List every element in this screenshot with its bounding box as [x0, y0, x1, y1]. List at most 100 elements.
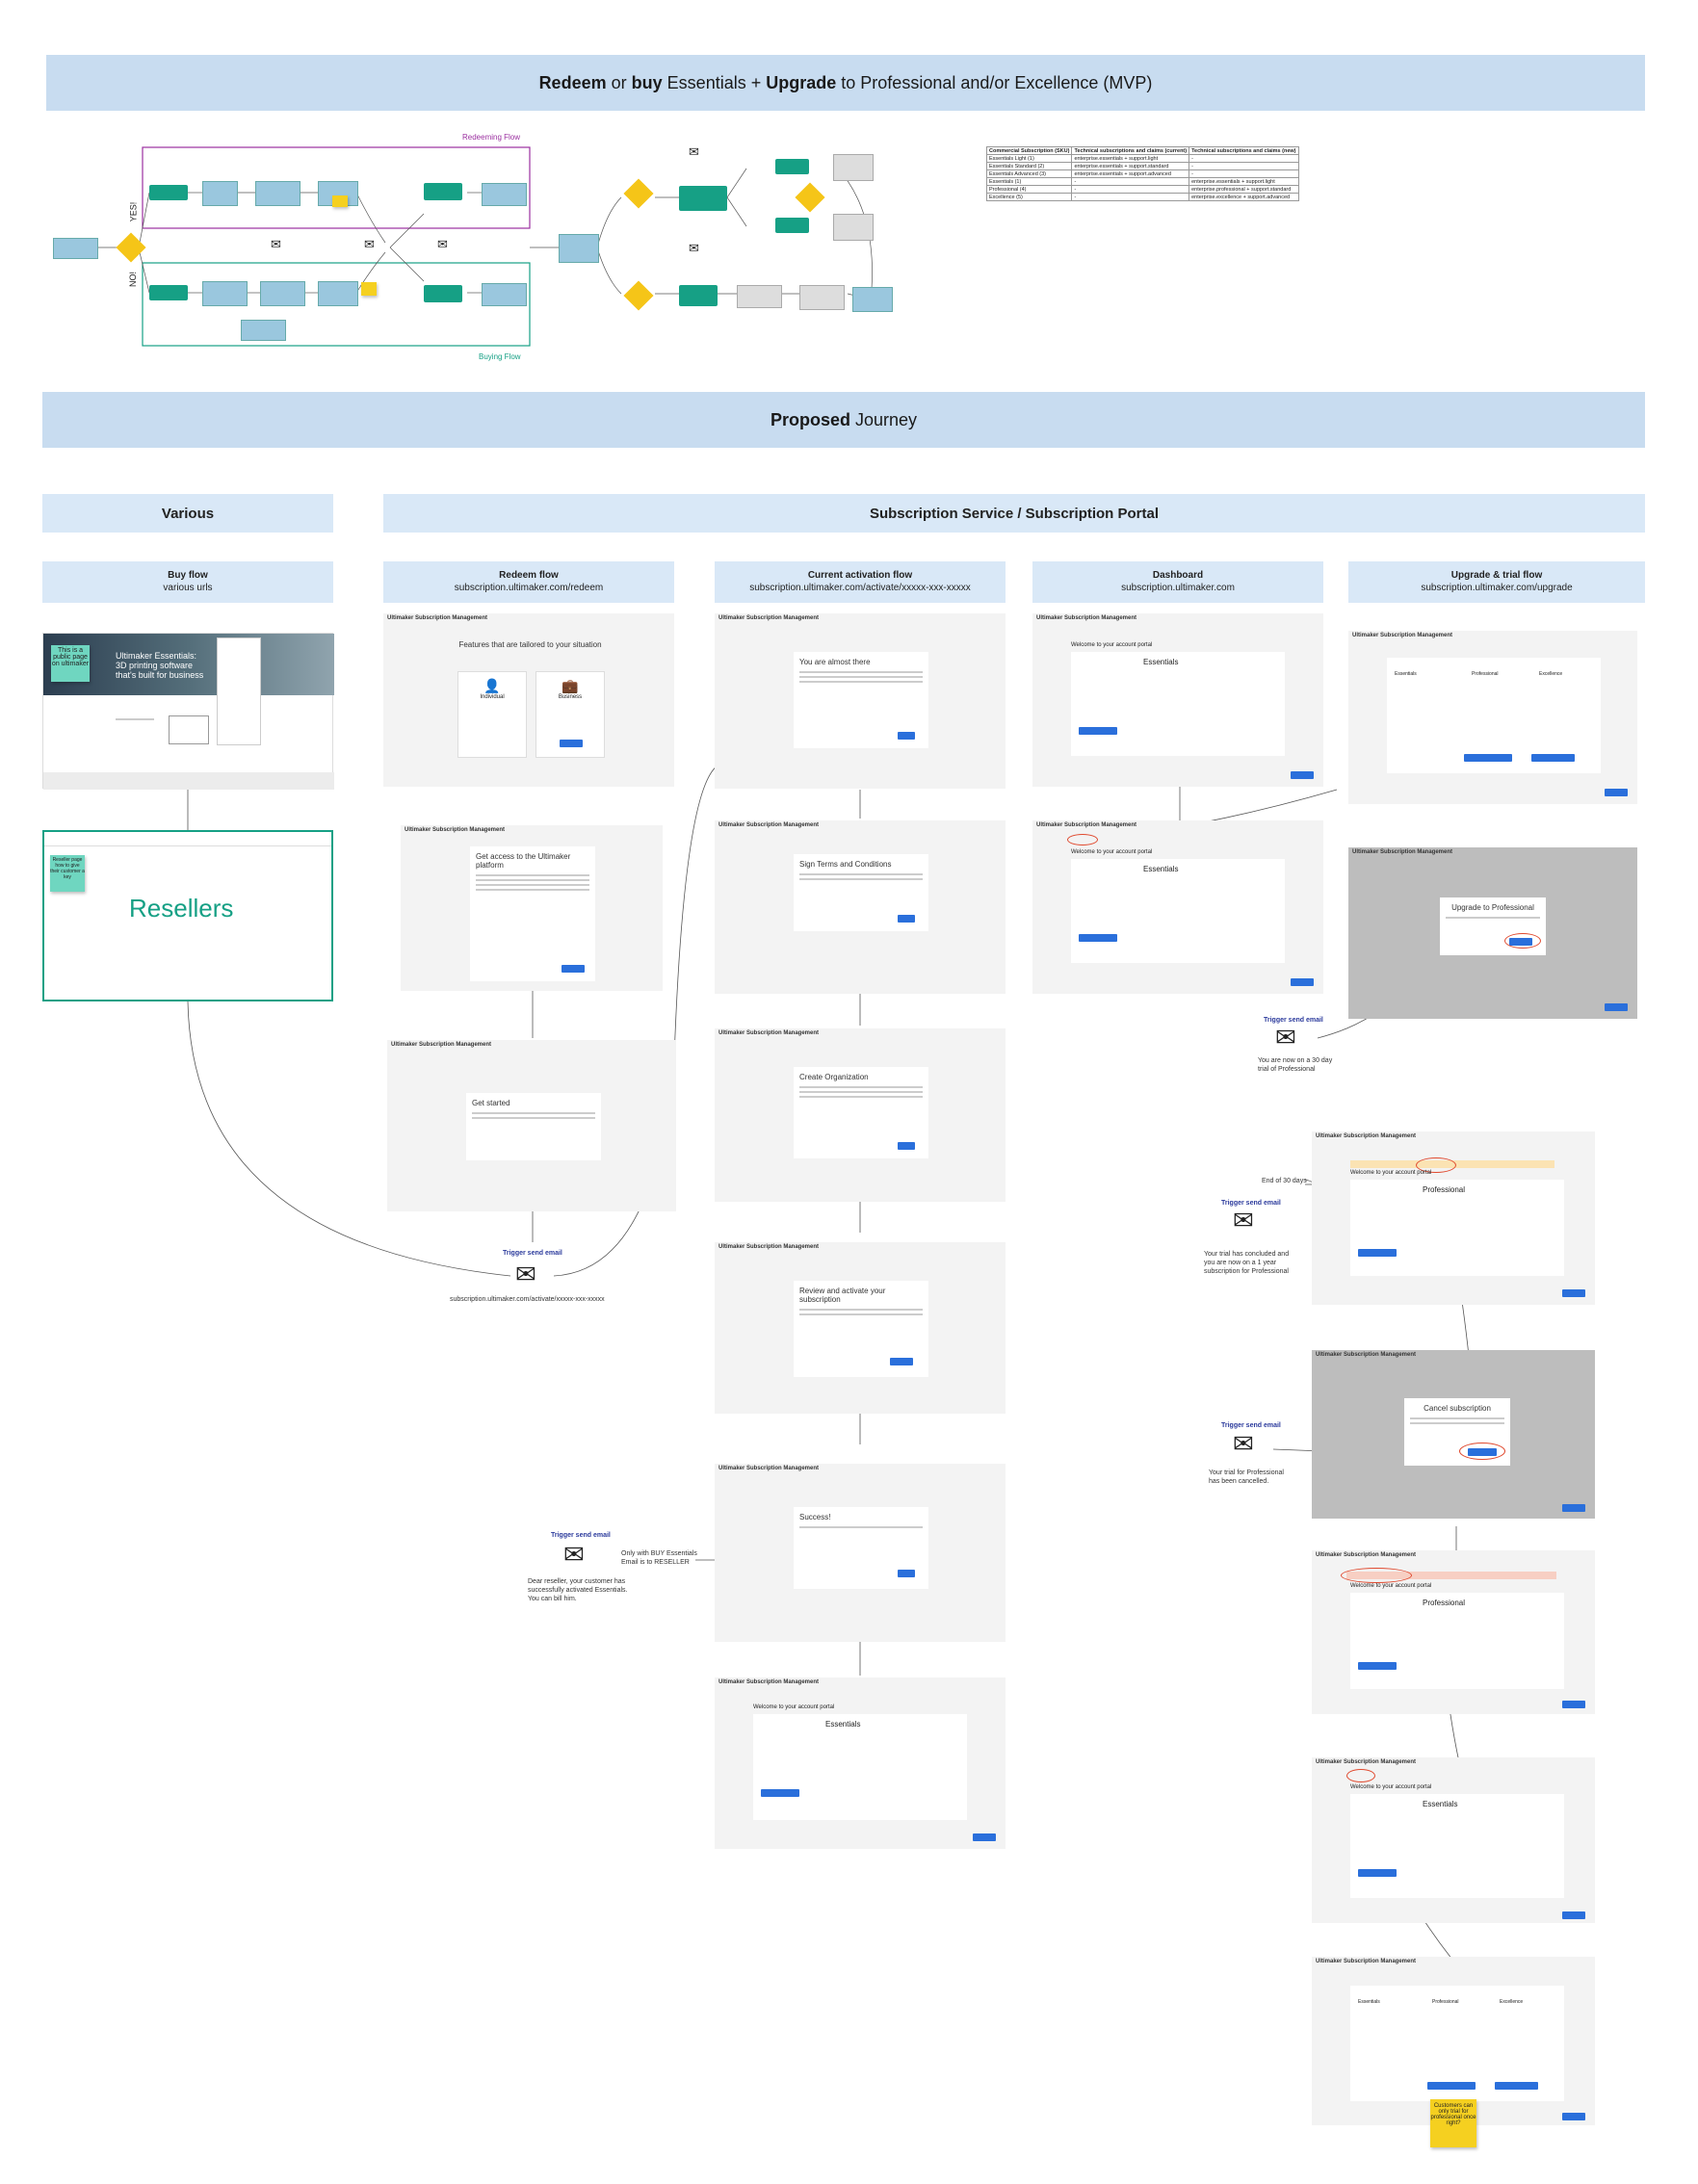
upgrade-4-support-button[interactable] [1562, 1504, 1585, 1512]
buy-flow-title: Buy flow [168, 570, 208, 581]
upgrade-5-manage-button[interactable] [1358, 1662, 1397, 1670]
flow-mail-icon-1: ✉ [271, 237, 281, 251]
business-option[interactable]: 💼 Business [536, 671, 605, 758]
resellers-label: Resellers [129, 894, 234, 923]
redeem-2-app-name: Ultimaker Subscription Management [405, 827, 506, 833]
activation-2-card: Sign Terms and Conditions [794, 854, 928, 931]
table-cell: - [1071, 193, 1190, 201]
plan-excellence-label: Excellence [1500, 1999, 1524, 2005]
concluded-email-note: Your trial has concluded and you are now… [1204, 1251, 1290, 1275]
activation-4-title: Review and activate your subscription [799, 1287, 886, 1304]
upgrade-7-app-name: Ultimaker Subscription Management [1316, 1959, 1417, 1964]
activation-1-app-name: Ultimaker Subscription Management [718, 615, 820, 621]
table-cell: Essentials Light (1) [985, 154, 1073, 163]
text-line [1446, 917, 1540, 919]
upgrade-professional-button[interactable] [1464, 754, 1512, 762]
dashboard-2-manage-button[interactable] [1079, 934, 1117, 942]
table-cell: Excellence (5) [985, 193, 1073, 201]
dashboard-title: Dashboard [1152, 570, 1204, 581]
flow-box-b7 [482, 283, 527, 306]
individual-option[interactable]: 👤 Individual [457, 671, 527, 758]
activation-screen-5: Ultimaker Subscription Management Succes… [715, 1464, 1006, 1642]
upgrade-modal-title: Upgrade to Professional [1451, 903, 1534, 912]
resellers-topbar [44, 832, 331, 846]
dashboard-1-support-button[interactable] [1291, 771, 1314, 779]
upgrade-2-support-button[interactable] [1605, 1003, 1628, 1011]
activation-flow-title: Current activation flow [807, 570, 913, 581]
upgrade-7-professional-button[interactable] [1427, 2082, 1476, 2090]
table-cell: Essentials (1) [985, 177, 1073, 186]
redeem-2-continue-button[interactable] [562, 965, 585, 973]
form-line [476, 874, 589, 876]
upgrade-7-plans: Essentials Professional Excellence [1350, 1986, 1564, 2101]
dashboard-2-welcome: Welcome to your account portal [1071, 849, 1153, 855]
upgrade-3-manage-button[interactable] [1358, 1249, 1397, 1257]
upgrade-flow-title: Upgrade & trial flow [1450, 570, 1543, 581]
activation-3-title: Create Organization [799, 1073, 869, 1081]
flow-box-b2 [202, 281, 248, 306]
text-line [799, 676, 923, 678]
upgrade-3-support-button[interactable] [1562, 1289, 1585, 1297]
text-line [799, 681, 923, 683]
table-row: Essentials Light (1) enterprise.essential… [985, 154, 1299, 163]
flow-box-r2 [202, 181, 238, 206]
activation-6-support-button[interactable] [973, 1833, 996, 1841]
dashboard-screen-1: Ultimaker Subscription Management Welcom… [1032, 613, 1323, 787]
text-line [799, 873, 923, 875]
dashboard-1-plan-name: Essentials [1143, 658, 1179, 666]
dashboard-1-manage-button[interactable] [1079, 727, 1117, 735]
plan-professional-label: Professional [1472, 671, 1499, 677]
flow-box-end [852, 287, 893, 312]
flow-box-buy-start [149, 285, 188, 300]
flow-box-r6 [482, 183, 527, 206]
upgrade-7-excellence-button[interactable] [1495, 2082, 1538, 2090]
terms-checkbox-line[interactable] [799, 878, 923, 880]
buying-flow-label: Buying Flow [479, 352, 521, 361]
upgrade-5-support-button[interactable] [1562, 1701, 1585, 1708]
buy-flow-url: various urls [163, 583, 213, 593]
redeem-3-title: Get started [472, 1099, 510, 1107]
reseller-note: Only with BUY Essentials Email is to RES… [621, 1550, 697, 1566]
upgrade-tab-highlight [1067, 834, 1098, 845]
upgrade-1-support-button[interactable] [1605, 789, 1628, 796]
flow-box-r3 [255, 181, 300, 206]
upgrade-2-app-name: Ultimaker Subscription Management [1352, 849, 1453, 855]
upgrade-6-manage-button[interactable] [1358, 1869, 1397, 1877]
table-cell: enterprise.excellence + support.advanced [1189, 193, 1299, 201]
table-cell: enterprise.essentials + support.advanced [1071, 169, 1190, 178]
redeem-screen-1: Ultimaker Subscription Management Featur… [383, 613, 674, 787]
table-header: Commercial Subscription (SKU) [985, 146, 1073, 155]
org-name-input[interactable] [799, 1091, 923, 1093]
activation-3-create-button[interactable] [898, 1142, 915, 1150]
end-of-30-days-label: End of 30 days [1262, 1178, 1307, 1184]
portal-header: Subscription Service / Subscription Port… [383, 494, 1645, 533]
resellers-frame: Reseller page how to give their customer… [42, 830, 333, 1001]
flow-box-u2 [775, 159, 809, 174]
activation-screen-6: Ultimaker Subscription Management Welcom… [715, 1677, 1006, 1849]
activation-4-activate-button[interactable] [890, 1358, 913, 1365]
table-cell: - [1071, 177, 1190, 186]
reseller-email-body: Dear reseller, your customer has success… [528, 1578, 628, 1602]
upgrade-5-welcome: Welcome to your account portal [1350, 1583, 1432, 1589]
activation-1-next-button[interactable] [898, 732, 915, 740]
flow-sticky-1 [332, 195, 348, 207]
upgrade-7-support-button[interactable] [1562, 2113, 1585, 2120]
flow-sticky-2 [361, 282, 377, 296]
upgrade-excellence-button[interactable] [1531, 754, 1575, 762]
redeem-2-card: Get access to the Ultimaker platform [470, 846, 595, 981]
dashboard-2-support-button[interactable] [1291, 978, 1314, 986]
business-select-button[interactable] [560, 740, 583, 747]
activation-6-manage-button[interactable] [761, 1789, 799, 1797]
upgrade-screen-2: Ultimaker Subscription Management Upgrad… [1348, 847, 1637, 1019]
redeem-screen-3: Ultimaker Subscription Management Get st… [387, 1040, 676, 1211]
flow-box-b3 [260, 281, 305, 306]
text-line [799, 1526, 923, 1528]
flow-mail-icon-2: ✉ [364, 237, 375, 251]
table-cell: - [1189, 162, 1299, 170]
upgrade-6-support-button[interactable] [1562, 1911, 1585, 1919]
activation-2-accept-button[interactable] [898, 915, 915, 923]
upgrade-1-app-name: Ultimaker Subscription Management [1352, 633, 1453, 638]
activation-4-card: Review and activate your subscription [794, 1281, 928, 1377]
activation-screen-1: Ultimaker Subscription Management You ar… [715, 613, 1006, 789]
activation-5-continue-button[interactable] [898, 1570, 915, 1577]
